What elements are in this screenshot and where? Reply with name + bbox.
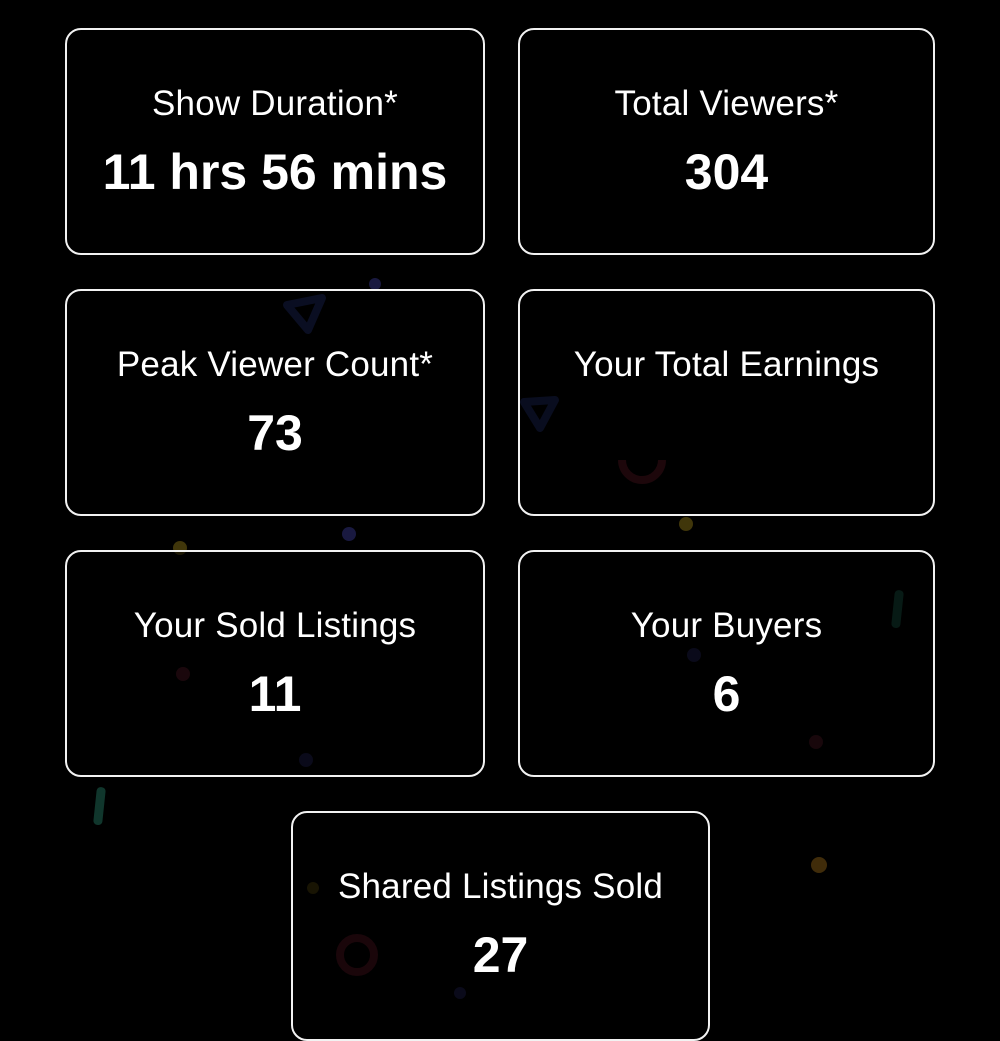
peak-viewer-count-card: Peak Viewer Count* 73 — [65, 289, 485, 516]
sold-listings-value: 11 — [248, 666, 302, 722]
total-viewers-value: 304 — [684, 144, 769, 200]
total-viewers-label: Total Viewers* — [614, 84, 839, 123]
total-earnings-label: Your Total Earnings — [573, 345, 880, 384]
total-viewers-card: Total Viewers* 304 — [518, 28, 935, 255]
confetti-dot-icon — [679, 517, 693, 531]
confetti-stick-icon — [93, 787, 106, 826]
show-duration-value: 11 hrs 56 mins — [102, 144, 448, 200]
shared-listings-sold-value: 27 — [472, 927, 529, 983]
confetti-dot-icon — [811, 857, 827, 873]
buyers-label: Your Buyers — [630, 606, 823, 645]
total-earnings-card: Your Total Earnings — [518, 289, 935, 516]
buyers-value: 6 — [712, 666, 741, 722]
sold-listings-card: Your Sold Listings 11 — [65, 550, 485, 777]
peak-viewer-count-value: 73 — [247, 405, 303, 461]
shared-listings-sold-label: Shared Listings Sold — [337, 867, 664, 906]
show-duration-label: Show Duration* — [152, 84, 398, 123]
sold-listings-label: Your Sold Listings — [133, 606, 417, 645]
confetti-dot-icon — [342, 527, 356, 541]
peak-viewer-count-label: Peak Viewer Count* — [116, 345, 434, 384]
buyers-card: Your Buyers 6 — [518, 550, 935, 777]
shared-listings-sold-card: Shared Listings Sold 27 — [291, 811, 710, 1041]
show-duration-card: Show Duration* 11 hrs 56 mins — [65, 28, 485, 255]
